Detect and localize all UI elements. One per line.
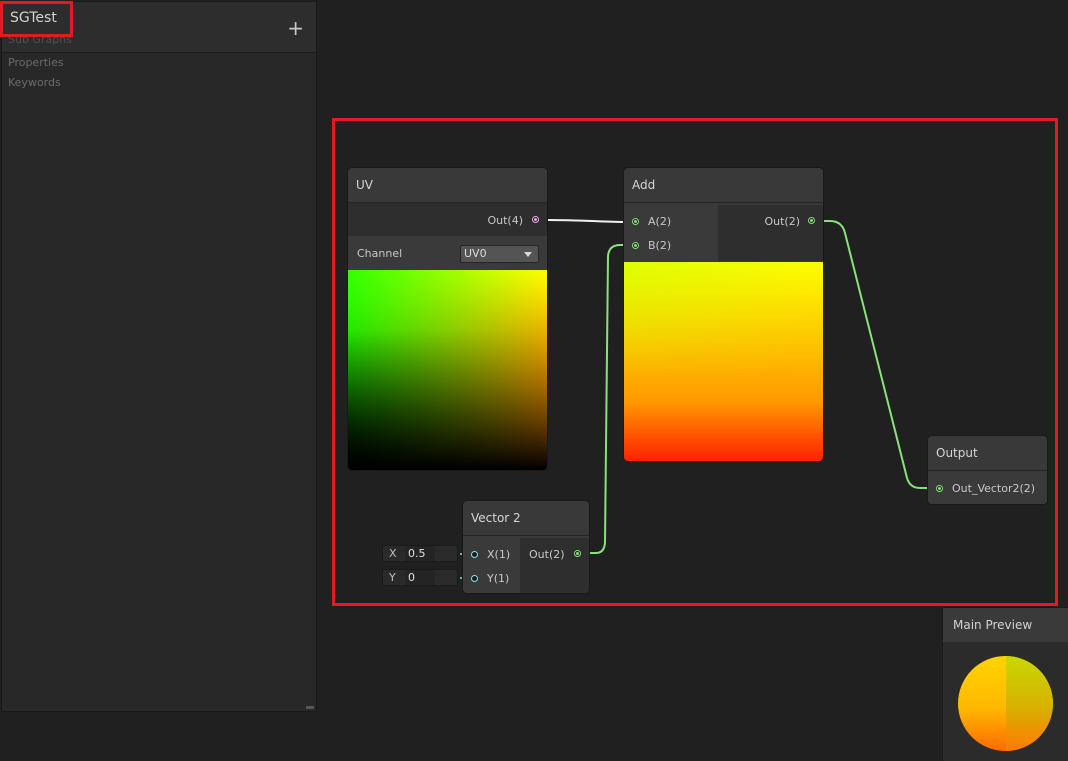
channel-dropdown-value: UV0 bbox=[464, 247, 487, 260]
chevron-down-icon bbox=[524, 252, 532, 257]
output-node-title: Output bbox=[928, 436, 1047, 471]
vector2-node[interactable]: Vector 2 X(1) Y(1) Out(2) bbox=[463, 501, 589, 593]
channel-label: Channel bbox=[357, 247, 403, 260]
preview-sphere bbox=[958, 656, 1053, 751]
vector2-input-x-label: X(1) bbox=[487, 548, 511, 561]
add-input-b-port[interactable] bbox=[632, 242, 639, 249]
x-value-input[interactable]: 0.5 bbox=[405, 546, 435, 561]
vector2-input-y-label: Y(1) bbox=[487, 572, 510, 585]
output-node[interactable]: Output Out_Vector2(2) bbox=[928, 436, 1047, 504]
vector2-x-field: X 0.5 bbox=[382, 545, 458, 562]
main-preview-panel: Main Preview bbox=[943, 608, 1068, 761]
properties-section[interactable]: Properties bbox=[8, 56, 64, 69]
vector2-output-port[interactable] bbox=[574, 550, 581, 557]
add-node-title: Add bbox=[624, 168, 823, 203]
add-property-button[interactable]: + bbox=[287, 18, 304, 38]
main-preview-viewport[interactable] bbox=[943, 642, 1068, 761]
blackboard-subtitle: Sub Graphs bbox=[8, 33, 72, 46]
channel-dropdown[interactable]: UV0 bbox=[460, 245, 539, 263]
vector2-y-field: Y 0 bbox=[382, 569, 458, 586]
add-input-b-label: B(2) bbox=[648, 239, 672, 252]
edge-uv-to-add-a bbox=[538, 219, 636, 223]
y-value-input[interactable]: 0 bbox=[405, 570, 435, 585]
resize-grip[interactable] bbox=[306, 706, 314, 709]
blackboard-header: SGTest Sub Graphs + bbox=[2, 2, 316, 53]
add-inputs-section bbox=[624, 205, 717, 261]
uv-output-label: Out(4) bbox=[487, 214, 523, 227]
y-field-label: Y bbox=[389, 571, 396, 584]
add-input-a-port[interactable] bbox=[632, 218, 639, 225]
uv-preview bbox=[348, 270, 547, 470]
keywords-section[interactable]: Keywords bbox=[8, 76, 61, 89]
vector2-input-x-port[interactable] bbox=[471, 551, 478, 558]
add-output-label: Out(2) bbox=[764, 215, 800, 228]
blackboard-title[interactable]: SGTest bbox=[10, 10, 57, 26]
add-preview bbox=[624, 262, 823, 461]
main-preview-title: Main Preview bbox=[943, 608, 1068, 643]
add-outputs-section bbox=[718, 205, 823, 261]
output-input-port[interactable] bbox=[936, 485, 943, 492]
vector2-node-title: Vector 2 bbox=[463, 501, 589, 536]
vector2-input-y-port[interactable] bbox=[471, 575, 478, 582]
edge-add-to-output bbox=[812, 220, 940, 489]
vector2-output-label: Out(2) bbox=[529, 548, 565, 561]
add-input-a-label: A(2) bbox=[648, 215, 672, 228]
output-input-label: Out_Vector2(2) bbox=[952, 482, 1036, 495]
add-output-port[interactable] bbox=[808, 217, 815, 224]
blackboard-panel: SGTest Sub Graphs + Properties Keywords bbox=[1, 1, 317, 712]
add-node[interactable]: Add A(2) B(2) Out(2) bbox=[624, 168, 823, 461]
vector2-outputs-section bbox=[520, 538, 589, 593]
x-field-label: X bbox=[389, 547, 397, 560]
uv-node-title: UV bbox=[348, 168, 547, 203]
uv-node[interactable]: UV Out(4) Channel UV0 bbox=[348, 168, 547, 470]
uv-output-port[interactable] bbox=[532, 216, 539, 223]
